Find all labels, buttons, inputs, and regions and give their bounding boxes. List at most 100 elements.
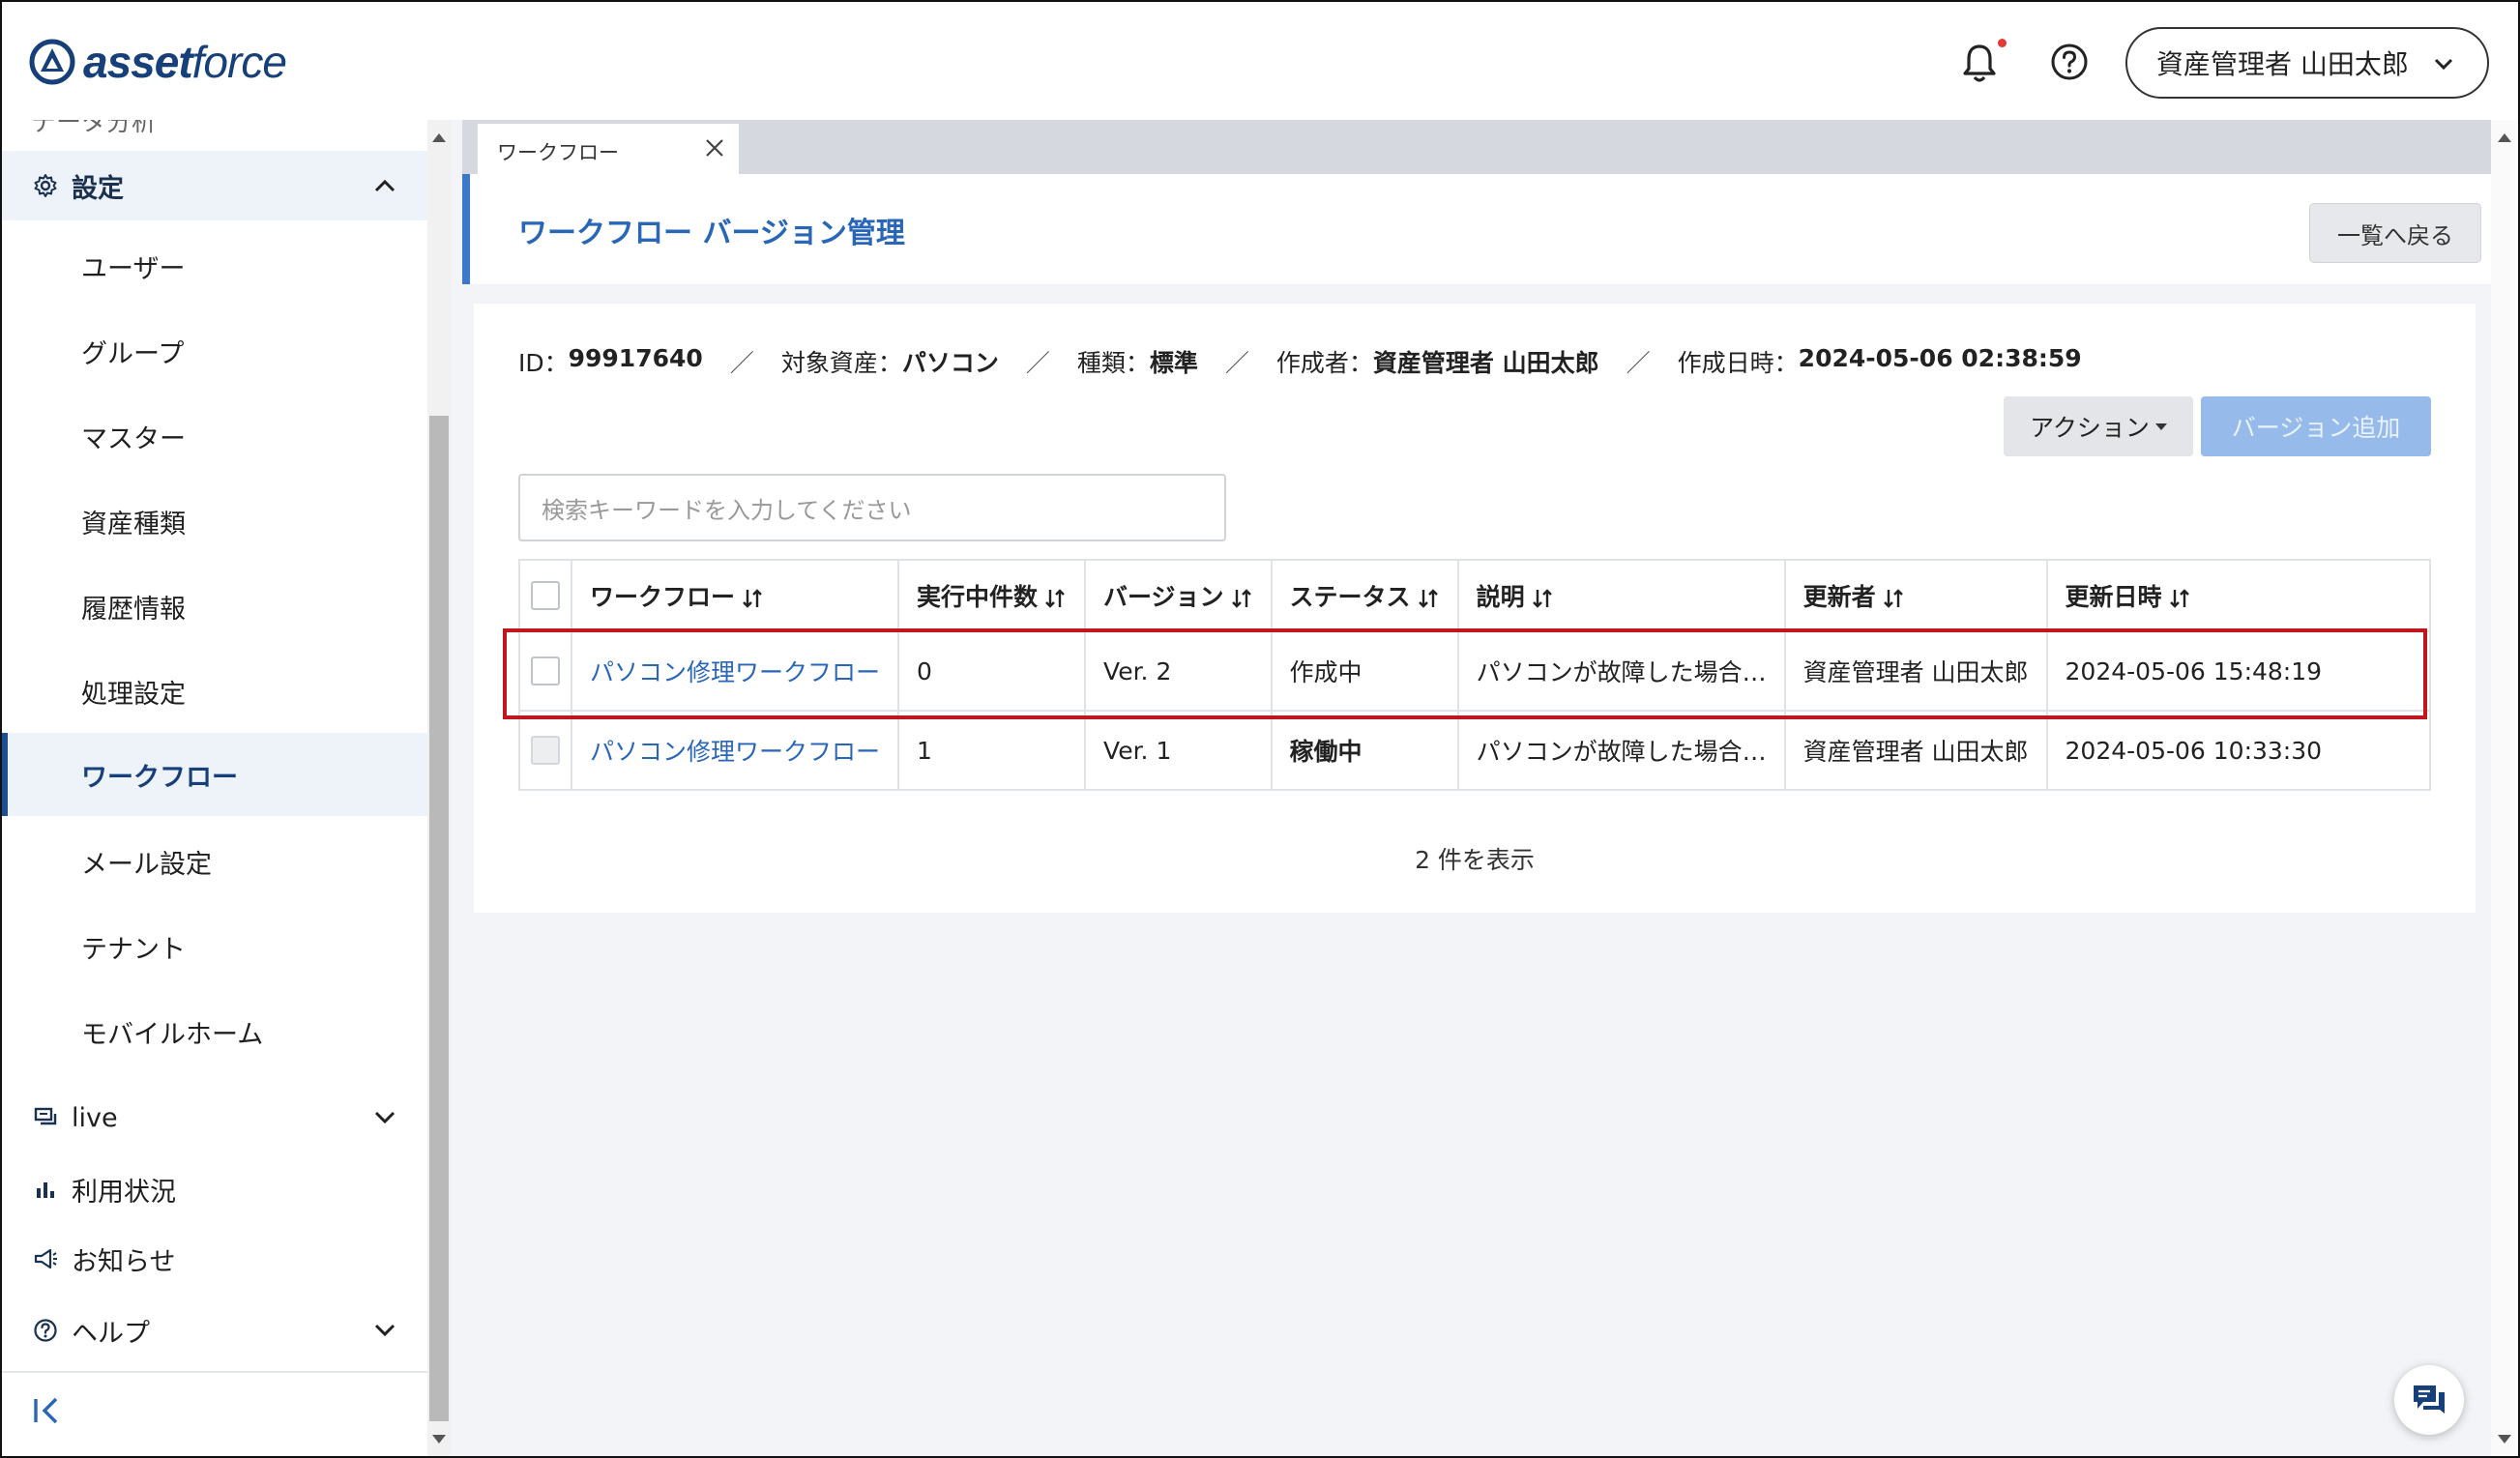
gear-icon: [34, 174, 57, 197]
column-header-version[interactable]: バージョン: [1084, 559, 1273, 632]
app-window: assetforce 資産管理者 山田太郎 データ分析 設定: [0, 0, 2520, 1458]
main-scroll-down-arrow[interactable]: [2498, 1435, 2511, 1443]
updater-cell: 資産管理者 山田太郎: [1783, 630, 2048, 712]
main-scroll-up-arrow[interactable]: [2498, 133, 2511, 142]
sidebar-item-mobile-home[interactable]: モバイルホーム: [2, 990, 427, 1073]
close-icon[interactable]: [704, 137, 725, 159]
chat-icon: [34, 1107, 57, 1125]
column-header-workflow[interactable]: ワークフロー: [570, 559, 900, 632]
bell-icon[interactable]: [1959, 41, 2000, 85]
sort-icon: [1532, 589, 1552, 608]
chat-support-button[interactable]: [2394, 1365, 2464, 1435]
meta-id-value: 99917640: [568, 344, 703, 372]
sidebar-item-master[interactable]: マスター: [2, 394, 427, 478]
sidebar-item-mail[interactable]: メール設定: [2, 820, 427, 903]
workflow-link[interactable]: パソコン修理ワークフロー: [570, 630, 900, 712]
logo-icon: [29, 39, 75, 85]
meta-created-label: 作成日時：: [1677, 349, 1799, 377]
sidebar-item-usage[interactable]: 利用状況: [2, 1160, 427, 1218]
sort-icon: [2169, 589, 2189, 608]
sort-icon: [1883, 589, 1903, 608]
app-header: assetforce 資産管理者 山田太郎: [2, 2, 2518, 122]
select-all-checkbox[interactable]: [531, 581, 560, 610]
updated-at-cell: 2024-05-06 10:33:30: [2045, 710, 2432, 791]
sidebar-item-help[interactable]: ヘルプ: [2, 1301, 427, 1359]
collapse-sidebar-icon[interactable]: [31, 1394, 64, 1427]
page-header: ワークフロー バージョン管理 一覧へ戻る: [462, 174, 2491, 284]
table-row[interactable]: パソコン修理ワークフロー 1 Ver. 1 稼働中 パソコンが故障した場合… 資…: [518, 710, 2432, 791]
meta-asset-label: 対象資産：: [780, 349, 902, 377]
version-cell: Ver. 1: [1084, 710, 1273, 791]
megaphone-icon: [34, 1248, 57, 1269]
sort-icon: [743, 589, 762, 608]
description-cell: パソコンが故障した場合…: [1456, 630, 1786, 712]
meta-separator: ／: [1626, 349, 1651, 377]
sidebar-item-data-analysis[interactable]: データ分析: [31, 120, 224, 133]
row-count-label: 2 件を表示: [1415, 846, 1535, 874]
meta-kind-label: 種類：: [1076, 349, 1150, 377]
meta-separator: ／: [729, 349, 754, 377]
sidebar-item-history[interactable]: 履歴情報: [2, 565, 427, 648]
scroll-down-arrow[interactable]: [432, 1435, 446, 1443]
tab-workflow[interactable]: ワークフロー: [478, 124, 739, 178]
sidebar-item-users[interactable]: ユーザー: [2, 224, 427, 307]
column-header-updated-at[interactable]: 更新日時: [2045, 559, 2432, 632]
add-version-button[interactable]: バージョン追加: [2201, 396, 2431, 456]
meta-created-value: 2024-05-06 02:38:59: [1798, 344, 2082, 372]
sidebar-item-tenant[interactable]: テナント: [2, 905, 427, 988]
select-all-cell: [518, 559, 572, 632]
meta-separator: ／: [1224, 349, 1249, 377]
row-select-cell: [518, 710, 572, 791]
sidebar-item-live[interactable]: live: [2, 1089, 427, 1147]
status-cell: 稼働中: [1270, 710, 1459, 791]
sidebar-item-processing[interactable]: 処理設定: [2, 650, 427, 733]
help-circle-icon: [34, 1319, 57, 1342]
search-input[interactable]: 検索キーワードを入力してください: [518, 474, 1226, 541]
table-row[interactable]: パソコン修理ワークフロー 0 Ver. 2 作成中 パソコンが故障した場合… 資…: [518, 630, 2432, 712]
caret-down-icon: [2154, 423, 2167, 430]
row-checkbox[interactable]: [531, 656, 560, 685]
column-header-status[interactable]: ステータス: [1270, 559, 1459, 632]
page-title: ワークフロー バージョン管理: [518, 217, 905, 250]
sidebar: データ分析 設定 ユーザー グループ マスター 資産種類 履歴情報 処理設定 ワ…: [2, 120, 427, 1456]
back-to-list-button[interactable]: 一覧へ戻る: [2309, 203, 2481, 263]
row-checkbox-disabled: [531, 736, 560, 765]
sidebar-item-workflow[interactable]: ワークフロー: [2, 733, 427, 816]
meta-creator-label: 作成者：: [1275, 349, 1373, 377]
notification-dot: [1998, 39, 2007, 47]
workflow-version-card: ID： 99917640 ／ 対象資産： パソコン ／ 種類： 標準 ／ 作成者： 資産…: [474, 304, 2476, 913]
action-dropdown-button[interactable]: アクション: [2004, 396, 2193, 456]
sidebar-section-label: 設定: [72, 173, 124, 204]
chevron-up-icon[interactable]: [373, 176, 396, 195]
meta-id-label: ID：: [518, 349, 569, 377]
table-header-row: ワークフロー 実行中件数 バージョン ステータス 説明 更新者 更新日時: [518, 559, 2432, 632]
version-table: ワークフロー 実行中件数 バージョン ステータス 説明 更新者 更新日時 パソコ…: [518, 559, 2432, 791]
description-cell: パソコンが故障した場合…: [1456, 710, 1786, 791]
main-content: ワークフロー ワークフロー バージョン管理 一覧へ戻る ID： 99917640 …: [451, 120, 2491, 1456]
help-icon[interactable]: [2050, 43, 2089, 81]
scroll-up-arrow[interactable]: [432, 133, 446, 142]
sidebar-section-settings[interactable]: 設定: [2, 151, 427, 220]
meta-separator: ／: [1025, 349, 1050, 377]
column-header-running[interactable]: 実行中件数: [897, 559, 1087, 632]
sidebar-item-groups[interactable]: グループ: [2, 309, 427, 393]
status-cell: 作成中: [1270, 630, 1459, 712]
column-header-description[interactable]: 説明: [1456, 559, 1786, 632]
meta-kind-value: 標準: [1149, 349, 1198, 377]
sidebar-divider: [2, 1371, 427, 1373]
sidebar-scrollbar-thumb[interactable]: [429, 416, 449, 1421]
meta-asset-value: パソコン: [901, 349, 999, 377]
user-menu-button[interactable]: 資産管理者 山田太郎: [2125, 27, 2489, 99]
main-scrollbar[interactable]: [2491, 120, 2518, 1456]
workflow-link[interactable]: パソコン修理ワークフロー: [570, 710, 900, 791]
running-count: 1: [897, 710, 1087, 791]
column-header-updater[interactable]: 更新者: [1783, 559, 2048, 632]
chevron-down-icon: [374, 1111, 396, 1124]
logo-text: assetforce: [83, 37, 287, 87]
logo[interactable]: assetforce: [29, 37, 287, 87]
sidebar-item-notices[interactable]: お知らせ: [2, 1230, 427, 1288]
chat-icon: [2414, 1385, 2445, 1414]
sidebar-item-asset-types[interactable]: 資産種類: [2, 480, 427, 563]
user-name: 資産管理者 山田太郎: [2156, 48, 2409, 80]
updated-at-cell: 2024-05-06 15:48:19: [2045, 630, 2432, 712]
